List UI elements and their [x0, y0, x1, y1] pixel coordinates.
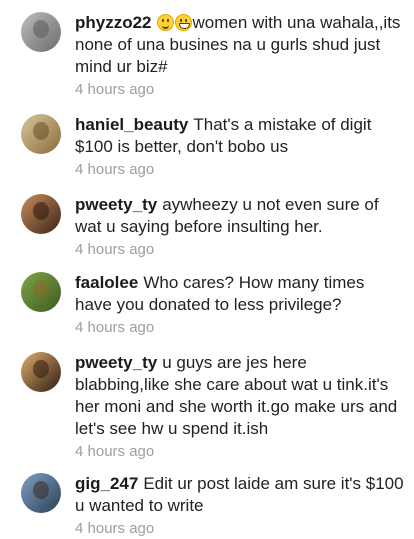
comment-body: pweety_ty aywheezy u not even sure of wat…: [75, 194, 405, 260]
comment-text: phyzzo22 women with una wahala,,its none …: [75, 12, 405, 78]
comment-body: haniel_beauty That's a mistake of digit $…: [75, 114, 405, 180]
avatar[interactable]: [21, 114, 61, 154]
comment-username[interactable]: haniel_beauty: [75, 115, 188, 134]
avatar[interactable]: [21, 12, 61, 52]
avatar[interactable]: [21, 272, 61, 312]
avatar[interactable]: [21, 473, 61, 513]
smiling-face-icon: [156, 14, 174, 31]
comment-timestamp: 4 hours ago: [75, 241, 155, 258]
comment-username[interactable]: pweety_ty: [75, 195, 157, 214]
comment-username[interactable]: gig_247: [75, 474, 138, 493]
comment-text: pweety_ty u guys are jes here blabbing,li…: [75, 352, 405, 440]
avatar[interactable]: [21, 194, 61, 234]
comment-timestamp: 4 hours ago: [75, 443, 155, 460]
comment-timestamp: 4 hours ago: [75, 161, 155, 178]
comment-username[interactable]: faalolee: [75, 273, 138, 292]
comment-timestamp: 4 hours ago: [75, 319, 155, 336]
comment-text: haniel_beauty That's a mistake of digit $…: [75, 114, 405, 158]
avatar[interactable]: [21, 352, 61, 392]
comment-body: gig_247 Edit ur post laide am sure it's $…: [75, 473, 405, 539]
comments-list: phyzzo22 women with una wahala,,its none …: [0, 0, 414, 539]
grinning-face-icon: [174, 14, 192, 31]
comment-body: faalolee Who cares? How many times have y…: [75, 272, 405, 338]
comment-timestamp: 4 hours ago: [75, 81, 155, 98]
comment-timestamp: 4 hours ago: [75, 520, 155, 537]
comment-username[interactable]: phyzzo22: [75, 13, 152, 32]
comment-body: pweety_ty u guys are jes here blabbing,li…: [75, 352, 405, 462]
comment-body: phyzzo22 women with una wahala,,its none …: [75, 12, 405, 100]
comment-username[interactable]: pweety_ty: [75, 353, 157, 372]
comment-text: pweety_ty aywheezy u not even sure of wat…: [75, 194, 405, 238]
comment-text: faalolee Who cares? How many times have y…: [75, 272, 405, 316]
comment-text: gig_247 Edit ur post laide am sure it's $…: [75, 473, 405, 517]
